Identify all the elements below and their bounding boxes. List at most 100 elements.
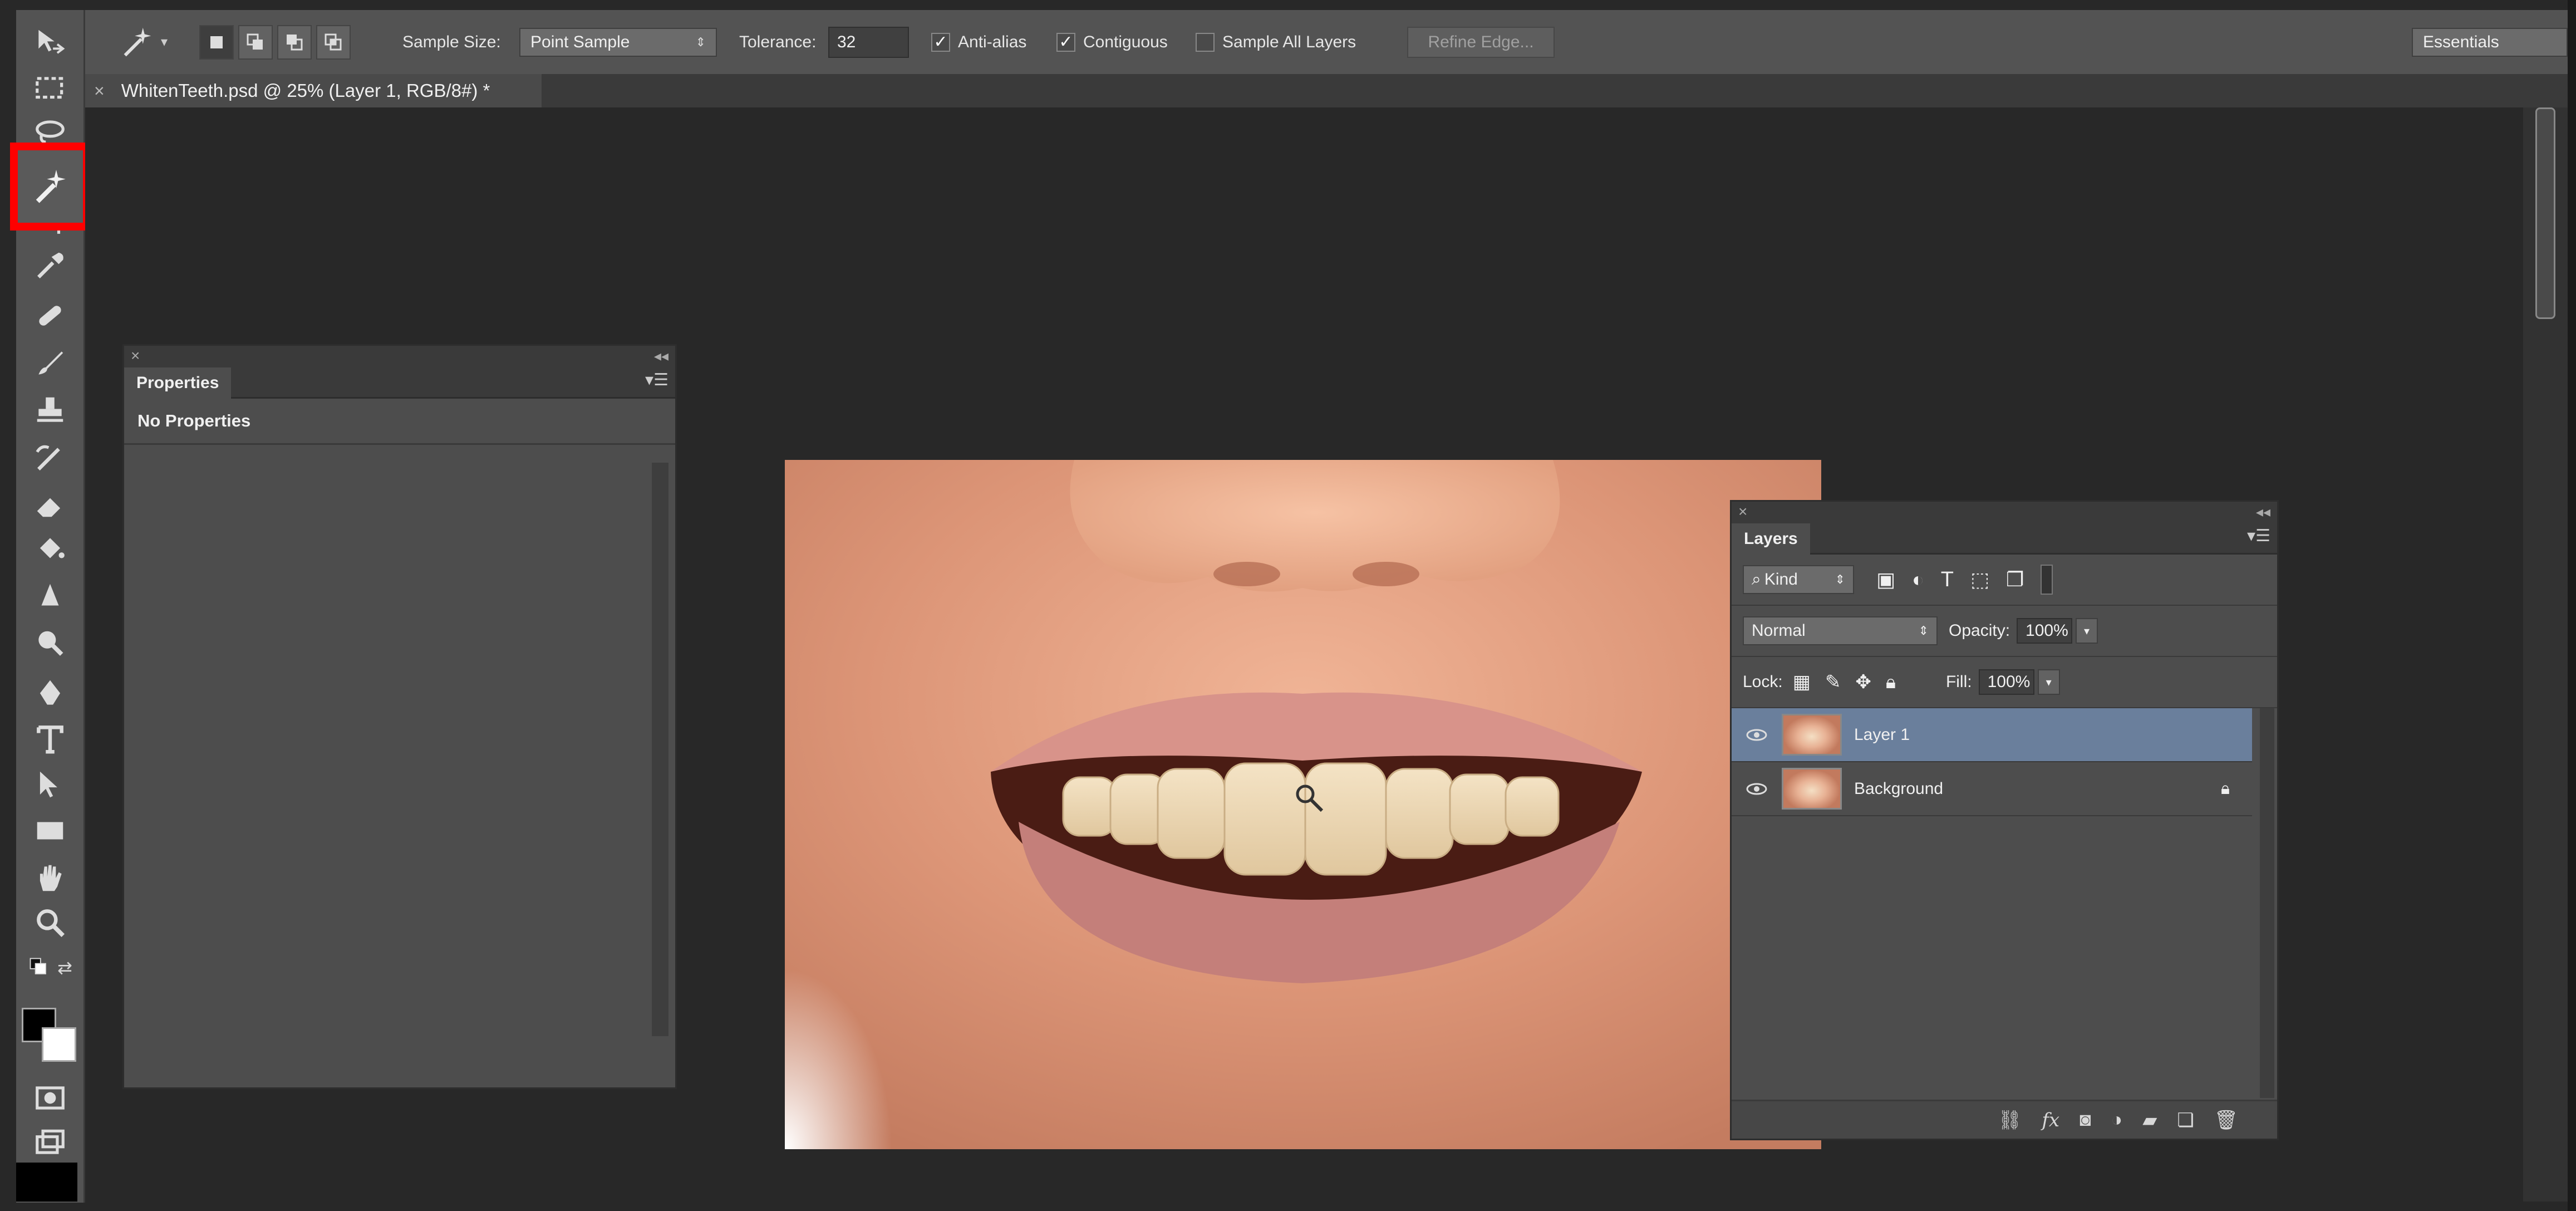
- opacity-slider-toggle[interactable]: ▾: [2076, 618, 2098, 644]
- blend-mode-select[interactable]: Normal ⇕: [1743, 616, 1938, 645]
- chevron-down-icon: ▾: [161, 35, 168, 50]
- intersect-selection-button[interactable]: [316, 24, 351, 60]
- rectangle-shape-icon: [37, 822, 63, 839]
- quick-mask-toggle[interactable]: [16, 1076, 83, 1119]
- layer-row-background[interactable]: Background 🔒︎: [1732, 762, 2252, 816]
- tolerance-input[interactable]: 32: [828, 26, 909, 58]
- tab-properties[interactable]: Properties: [124, 367, 232, 399]
- refine-edge-button[interactable]: Refine Edge...: [1407, 26, 1555, 58]
- adjustment-layer-icon[interactable]: ◑: [2111, 1109, 2123, 1131]
- filter-toggle-switch[interactable]: [2041, 565, 2053, 595]
- properties-scrollbar[interactable]: [652, 463, 668, 1036]
- rectangle-tool[interactable]: [16, 809, 83, 852]
- add-mask-icon[interactable]: ◙: [2080, 1109, 2091, 1131]
- healing-brush-tool[interactable]: [16, 294, 83, 337]
- move-tool[interactable]: [16, 21, 83, 64]
- pen-tool[interactable]: [16, 671, 83, 714]
- close-icon[interactable]: ×: [131, 346, 140, 366]
- paint-bucket-tool[interactable]: [16, 528, 83, 571]
- sample-size-select[interactable]: Point Sample ⇕: [519, 27, 717, 57]
- anti-alias-option[interactable]: ✓ Anti-alias: [931, 10, 1026, 74]
- blur-tool[interactable]: [16, 575, 83, 618]
- options-bar: ▾ Sample Size: Point Sample ⇕ Tolerance:…: [85, 10, 2568, 76]
- type-tool[interactable]: [16, 717, 83, 760]
- link-layers-icon[interactable]: ⛓: [1998, 1109, 2022, 1131]
- path-selection-tool[interactable]: [16, 763, 83, 806]
- lock-all-icon[interactable]: 🔒︎: [1886, 671, 1896, 693]
- search-icon: ⌕: [1752, 570, 1761, 589]
- swap-colors-control[interactable]: ⇄: [16, 954, 83, 982]
- fill-input[interactable]: 100%: [1978, 669, 2034, 695]
- panel-menu-icon[interactable]: ▾☰: [645, 370, 668, 390]
- collapse-icon[interactable]: ◂◂: [654, 346, 668, 366]
- trash-icon[interactable]: 🗑︎: [2214, 1109, 2238, 1131]
- document-tab[interactable]: × WhitenTeeth.psd @ 25% (Layer 1, RGB/8#…: [85, 74, 542, 107]
- eyedropper-tool[interactable]: [16, 244, 83, 287]
- contiguous-checkbox[interactable]: ✓: [1056, 32, 1075, 52]
- smile-photo: [785, 460, 1821, 1149]
- magnifier-icon: [36, 909, 65, 937]
- history-brush-tool[interactable]: [16, 436, 83, 479]
- tool-preset-picker[interactable]: ▾: [119, 10, 168, 74]
- anti-alias-checkbox[interactable]: ✓: [931, 32, 950, 52]
- hand-tool[interactable]: [16, 856, 83, 899]
- properties-panel: × ◂◂ Properties ▾☰ No Properties: [122, 344, 677, 1089]
- tolerance-wrapper: 32: [828, 10, 909, 74]
- tab-layers[interactable]: Layers: [1732, 523, 1810, 555]
- visibility-eye-icon[interactable]: [1743, 775, 1771, 803]
- workspace-switcher[interactable]: Essentials: [2412, 27, 2568, 57]
- document-tab-title: WhitenTeeth.psd @ 25% (Layer 1, RGB/8#) …: [121, 80, 490, 101]
- smart-object-filter-icon[interactable]: ❐: [2006, 568, 2024, 591]
- add-to-selection-button[interactable]: [238, 24, 273, 60]
- scrollbar-thumb[interactable]: [2535, 107, 2555, 319]
- filter-kind-select[interactable]: ⌕ Kind ⇕: [1743, 565, 1854, 594]
- contiguous-option[interactable]: ✓ Contiguous: [1056, 10, 1168, 74]
- subtract-from-selection-button[interactable]: [277, 24, 312, 60]
- collapse-icon[interactable]: ◂◂: [2256, 502, 2270, 522]
- layer-row-layer-1[interactable]: Layer 1: [1732, 708, 2252, 762]
- close-icon[interactable]: ×: [1738, 502, 1747, 522]
- new-group-icon[interactable]: ▰: [2142, 1109, 2157, 1131]
- pen-icon: [40, 680, 60, 705]
- document-canvas-image[interactable]: [785, 460, 1821, 1149]
- clone-stamp-tool[interactable]: [16, 389, 83, 432]
- lock-image-pixels-icon[interactable]: ✎: [1825, 671, 1841, 693]
- pixel-filter-icon[interactable]: ▣: [1876, 568, 1895, 591]
- screen-mode-toggle[interactable]: [16, 1121, 83, 1164]
- shape-filter-icon[interactable]: ⬚: [1970, 568, 1989, 591]
- panel-menu-icon[interactable]: ▾☰: [2247, 526, 2270, 546]
- vertical-scrollbar[interactable]: [2523, 107, 2568, 1202]
- background-color-swatch[interactable]: [42, 1027, 76, 1062]
- fx-icon[interactable]: fx: [2042, 1109, 2059, 1131]
- magic-wand-tool[interactable]: [10, 143, 91, 231]
- visibility-eye-icon[interactable]: [1743, 721, 1771, 749]
- sample-all-layers-checkbox[interactable]: [1196, 32, 1215, 52]
- bandage-icon: [38, 305, 61, 326]
- zoom-tool[interactable]: [16, 901, 83, 944]
- brush-tool[interactable]: [16, 341, 83, 384]
- selection-mode-group: [199, 10, 355, 74]
- close-icon[interactable]: ×: [94, 81, 105, 101]
- properties-status: No Properties: [124, 399, 675, 445]
- layer-name[interactable]: Layer 1: [1854, 725, 1910, 744]
- type-filter-icon[interactable]: T: [1941, 568, 1954, 592]
- new-layer-icon[interactable]: ❏: [2177, 1109, 2194, 1131]
- opacity-input[interactable]: 100%: [2017, 618, 2073, 644]
- sample-size-value: Point Sample: [530, 32, 630, 51]
- dodge-tool[interactable]: [16, 622, 83, 665]
- eraser-tool[interactable]: [16, 482, 83, 525]
- layer-name[interactable]: Background: [1854, 779, 1943, 798]
- lock-transparent-pixels-icon[interactable]: ▦: [1793, 671, 1811, 693]
- layers-list: Layer 1 Background 🔒︎: [1732, 708, 2274, 1098]
- quick-mask-icon: [35, 1086, 65, 1110]
- layers-scrollbar[interactable]: [2260, 708, 2274, 1098]
- document-tab-bar: × WhitenTeeth.psd @ 25% (Layer 1, RGB/8#…: [85, 74, 2568, 107]
- marquee-tool[interactable]: [16, 67, 83, 110]
- screen-mode-icon: [35, 1129, 65, 1154]
- sample-all-layers-option[interactable]: Sample All Layers: [1196, 10, 1356, 74]
- new-selection-button[interactable]: [199, 24, 234, 60]
- adjustment-filter-icon[interactable]: ◐: [1912, 568, 1924, 591]
- lock-position-icon[interactable]: ✥: [1855, 671, 1871, 693]
- fill-slider-toggle[interactable]: ▾: [2037, 669, 2060, 695]
- blend-mode-value: Normal: [1752, 621, 1806, 640]
